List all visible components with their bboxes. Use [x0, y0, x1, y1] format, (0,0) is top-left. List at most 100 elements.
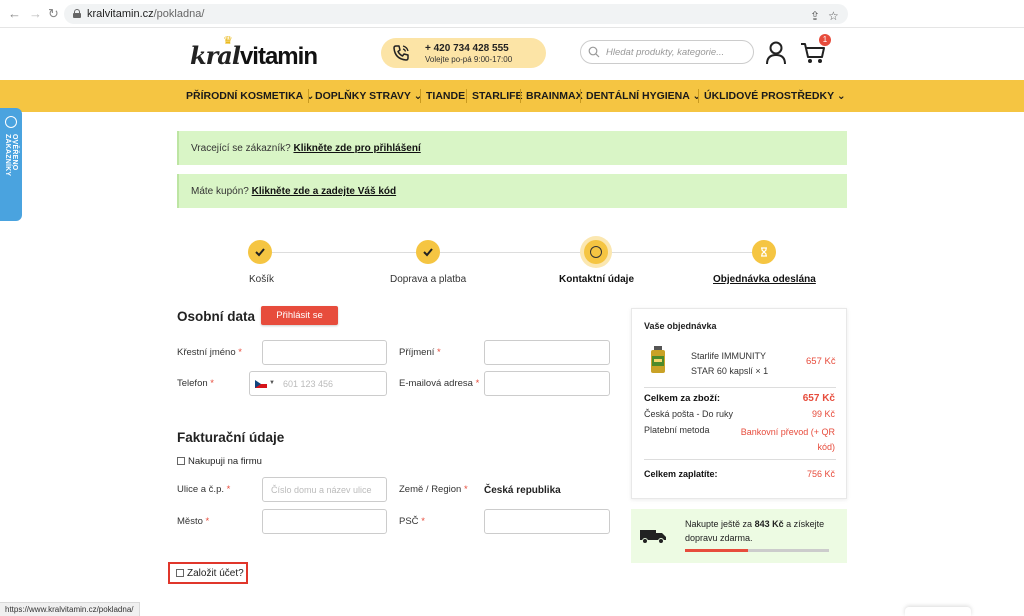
phone-hours: Volejte po-pá 9:00-17:00: [425, 55, 513, 64]
step-kosik-indicator: [248, 240, 272, 264]
checkbox-box[interactable]: [176, 569, 184, 577]
verified-reviews-tab[interactable]: OVĚŘENO ZÁKAZNÍKY: [0, 108, 22, 221]
progress-fill: [685, 549, 749, 552]
company-checkbox[interactable]: Nakupuji na firmu: [177, 456, 262, 467]
checkmark-icon: [423, 248, 433, 257]
chevron-down-icon: ⌄: [413, 90, 423, 102]
nav-divider: [308, 89, 309, 103]
shipping-label: Česká pošta - Do ruky: [644, 409, 734, 419]
phone-number[interactable]: + 420 734 428 555: [425, 43, 509, 54]
login-link[interactable]: Klikněte zde pro přihlášení: [293, 143, 420, 154]
total-label: Celkem zaplatíte:: [644, 469, 718, 479]
step-doprava-indicator: [416, 240, 440, 264]
browser-toolbar: ← → ↻ kralvitamin.cz/pokladna/ ⇪ ☆: [0, 0, 1024, 28]
login-button[interactable]: Přihlásit se: [261, 306, 338, 325]
nav-item-starlife[interactable]: STARLIFE: [472, 90, 523, 102]
user-account-icon[interactable]: [765, 41, 787, 65]
nav-divider: [466, 89, 467, 103]
email-field[interactable]: [484, 371, 610, 396]
circle-icon: [590, 246, 602, 258]
address-bar[interactable]: kralvitamin.cz/pokladna/ ⇪ ☆: [64, 4, 848, 24]
nav-item-uklidove-prostredky[interactable]: ÚKLIDOVÉ PROSTŘEDKY ⌄: [704, 90, 846, 102]
phone-contact-box[interactable]: + 420 734 428 555 Volejte po-pá 9:00-17:…: [381, 38, 546, 68]
bookmark-star-icon[interactable]: ☆: [828, 9, 839, 23]
first-name-field[interactable]: [262, 340, 387, 365]
country-label: Země / Region *: [399, 484, 468, 495]
lock-icon: [73, 9, 81, 18]
order-summary: Vaše objednávka Starlife IMMUNITY STAR 6…: [631, 308, 847, 499]
payment-value: Bankovní převod (+ QR kód): [740, 427, 835, 452]
city-field[interactable]: [262, 509, 387, 534]
phone-field[interactable]: ▼ 601 123 456: [249, 371, 387, 396]
street-field[interactable]: Číslo domu a název ulice: [262, 477, 387, 502]
nav-item-tiande[interactable]: TIANDE: [426, 90, 465, 102]
forward-arrow-icon[interactable]: →: [29, 7, 42, 21]
free-shipping-progress: [685, 549, 829, 552]
step-connector: [440, 252, 584, 253]
step-kontakt-indicator: [584, 240, 608, 264]
last-name-label: Příjmení *: [399, 347, 441, 358]
create-account-checkbox[interactable]: Založit účet?: [176, 568, 244, 579]
city-label: Město *: [177, 516, 210, 527]
coupon-notice: Máte kupón? Klikněte zde a zadejte Váš k…: [177, 174, 847, 208]
phone-icon: [393, 45, 409, 61]
nav-item-brainmax[interactable]: BRAINMAX: [526, 90, 583, 102]
product-price: 657 Kč: [806, 356, 836, 367]
summary-divider: [644, 387, 836, 388]
nav-divider: [580, 89, 581, 103]
caret-down-icon[interactable]: ▼: [269, 380, 275, 386]
nav-divider: [520, 89, 521, 103]
checkbox-box[interactable]: [177, 457, 185, 465]
total-value: 756 Kč: [806, 469, 835, 479]
search-icon: [588, 46, 600, 58]
step-odeslana-indicator: [752, 240, 776, 264]
zip-field[interactable]: [484, 509, 610, 534]
coupon-link[interactable]: Klikněte zde a zadejte Váš kód: [252, 186, 397, 197]
step-connector: [608, 252, 752, 253]
reload-icon[interactable]: ↻: [48, 7, 59, 21]
product-name: Starlife IMMUNITY STAR 60 kapslí × 1: [691, 351, 769, 376]
nav-item-prirodni-kosmetika[interactable]: PŘÍRODNÍ KOSMETIKA ⌄: [186, 90, 315, 102]
step-label-kosik[interactable]: Košík: [249, 274, 274, 285]
chevron-down-icon: ⌄: [692, 90, 702, 102]
search-input[interactable]: Hledat produkty, kategorie...: [580, 40, 754, 64]
email-label: E-mailová adresa *: [399, 378, 480, 389]
browser-status-url: https://www.kralvitamin.cz/pokladna/: [0, 602, 140, 616]
checkmark-icon: [255, 248, 265, 257]
returning-customer-notice: Vracející se zákazník? Klikněte zde pro …: [177, 131, 847, 165]
back-arrow-icon[interactable]: ←: [8, 7, 21, 21]
summary-divider: [644, 459, 836, 460]
search-placeholder: Hledat produkty, kategorie...: [606, 47, 725, 58]
step-label-doprava[interactable]: Doprava a platba: [390, 274, 466, 285]
subtotal-label: Celkem za zboží:: [644, 393, 721, 404]
url-text: kralvitamin.cz/pokladna/: [87, 8, 205, 20]
phone-label: Telefon *: [177, 378, 214, 389]
product-bottle-icon[interactable]: [650, 346, 666, 374]
payment-label: Platební metoda: [644, 425, 710, 435]
step-label-odeslana: Objednávka odeslána: [713, 274, 816, 285]
chat-widget-tab[interactable]: [905, 607, 971, 616]
chevron-down-icon: ⌄: [836, 90, 846, 102]
nav-item-doplnky-stravy[interactable]: DOPLŇKY STRAVY ⌄: [315, 90, 422, 102]
hourglass-icon: [761, 247, 767, 257]
site-logo[interactable]: ♛ kralvitamin: [190, 35, 325, 70]
free-shipping-text: Nakupte ještě za 843 Kč a získejte dopra…: [685, 519, 825, 543]
last-name-field[interactable]: [484, 340, 610, 365]
order-summary-title: Vaše objednávka: [644, 321, 717, 331]
nav-item-dentalni-hygiena[interactable]: DENTÁLNÍ HYGIENA ⌄: [586, 90, 701, 102]
globe-icon: [5, 116, 17, 128]
zip-label: PSČ *: [399, 516, 425, 527]
free-shipping-box: Nakupte ještě za 843 Kč a získejte dopra…: [631, 509, 847, 563]
share-icon[interactable]: ⇪: [810, 9, 820, 23]
shipping-value: 99 Kč: [811, 409, 835, 419]
billing-title: Fakturační údaje: [177, 430, 285, 445]
main-navigation: PŘÍRODNÍ KOSMETIKA ⌄ DOPLŇKY STRAVY ⌄ TI…: [0, 80, 1024, 112]
delivery-truck-icon: [640, 530, 666, 544]
nav-divider: [698, 89, 699, 103]
step-connector: [272, 252, 416, 253]
cart-count-badge: 1: [819, 34, 831, 46]
subtotal-value: 657 Kč: [802, 393, 835, 404]
czech-flag-icon[interactable]: [255, 380, 267, 388]
street-label: Ulice a č.p. *: [177, 484, 231, 495]
step-label-kontakt: Kontaktní údaje: [559, 274, 635, 285]
